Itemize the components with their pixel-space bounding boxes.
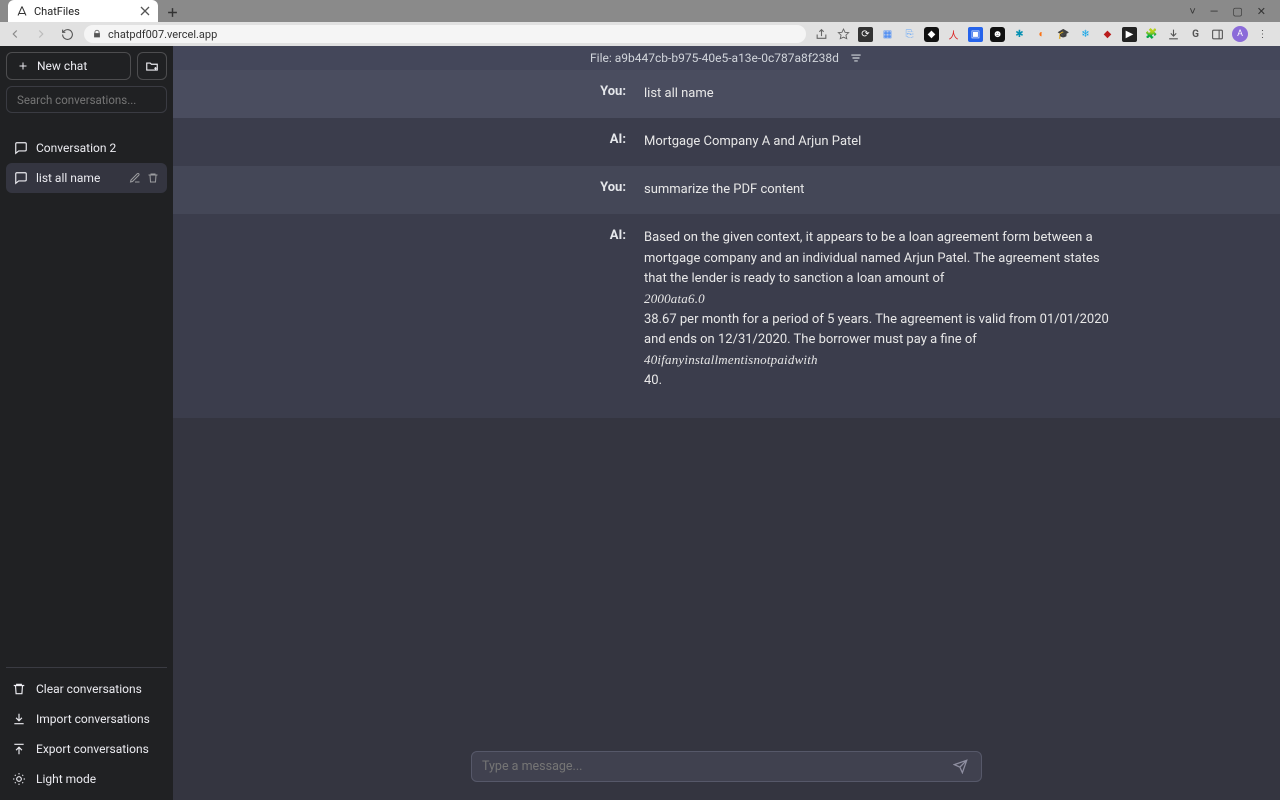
ext-icon[interactable]: ▦ (880, 27, 895, 42)
ext-icon[interactable]: 🎓 (1056, 27, 1071, 42)
ext-icon[interactable]: ◆ (924, 27, 939, 42)
sidebar: New chat Conversation 2 list all name (0, 46, 173, 800)
role-label: AI: (173, 132, 644, 152)
edit-icon[interactable] (129, 172, 141, 184)
message-icon (14, 171, 28, 185)
minimize-icon[interactable]: — (1210, 5, 1219, 18)
sidepanel-icon[interactable] (1210, 27, 1225, 42)
math-text: 40ifanyinstallmentisnotpaidwith (644, 352, 818, 367)
file-id: File: a9b447cb-b975-40e5-a13e-0c787a8f23… (590, 51, 839, 65)
chevron-down-icon[interactable]: ˅ (1189, 5, 1195, 18)
trash-icon (12, 682, 26, 696)
role-label: You: (173, 180, 644, 200)
url-box[interactable]: chatpdf007.vercel.app (84, 25, 806, 43)
google-icon[interactable]: G (1188, 27, 1203, 42)
new-chat-button[interactable]: New chat (6, 52, 131, 80)
file-menu-icon[interactable] (849, 51, 863, 65)
message-text: list all name (644, 84, 1114, 104)
nav-forward[interactable] (32, 25, 50, 43)
browser-tab-strip: ChatFiles ˅ — ▢ ✕ (0, 0, 1280, 22)
browser-tab[interactable]: ChatFiles (8, 0, 158, 22)
window-close-icon[interactable]: ✕ (1257, 5, 1266, 18)
ext-icon[interactable]: ✱ (1012, 27, 1027, 42)
new-tab-button[interactable] (162, 2, 182, 22)
import-conversations[interactable]: Import conversations (6, 704, 167, 734)
message-icon (14, 141, 28, 155)
lock-icon (92, 29, 102, 39)
send-icon (953, 759, 968, 774)
window-controls: ˅ — ▢ ✕ (1189, 0, 1280, 22)
ext-icon[interactable]: ◆ (1100, 27, 1115, 42)
message-ai: AI: Mortgage Company A and Arjun Patel (173, 118, 1280, 166)
nav-back[interactable] (6, 25, 24, 43)
delete-icon[interactable] (147, 172, 159, 184)
star-icon[interactable] (836, 27, 851, 42)
extensions-icon[interactable]: 🧩 (1144, 27, 1159, 42)
export-conversations[interactable]: Export conversations (6, 734, 167, 764)
ext-icon[interactable]: ⟳ (858, 27, 873, 42)
ext-icon[interactable]: ❄ (1078, 27, 1093, 42)
file-bar: File: a9b447cb-b975-40e5-a13e-0c787a8f23… (173, 46, 1280, 70)
messages: You: list all name AI: Mortgage Company … (173, 70, 1280, 800)
light-mode-toggle[interactable]: Light mode (6, 764, 167, 794)
role-label: You: (173, 84, 644, 104)
message-ai: AI: Based on the given context, it appea… (173, 214, 1280, 417)
new-chat-label: New chat (37, 59, 87, 73)
conversation-title: Conversation 2 (36, 141, 116, 155)
close-icon[interactable] (140, 6, 150, 16)
ext-icon[interactable]: ▶ (1122, 27, 1137, 42)
ext-icon[interactable]: 人 (946, 27, 961, 42)
math-text: 2000ata6.0 (644, 291, 705, 306)
kebab-icon[interactable]: ⋮ (1255, 27, 1270, 42)
tab-favicon (16, 5, 28, 17)
ext-icon[interactable]: ☻ (990, 27, 1005, 42)
address-bar: chatpdf007.vercel.app ⟳ ▦ ⎘ ◆ 人 ▣ ☻ ✱ ◐ … (0, 22, 1280, 46)
profile-avatar[interactable]: A (1232, 26, 1248, 42)
url-text: chatpdf007.vercel.app (108, 28, 217, 41)
ext-icon[interactable]: ▣ (968, 27, 983, 42)
main-panel: File: a9b447cb-b975-40e5-a13e-0c787a8f23… (173, 46, 1280, 800)
message-user: You: summarize the PDF content (173, 166, 1280, 214)
role-label: AI: (173, 228, 644, 391)
conversation-title: list all name (36, 171, 100, 185)
message-user: You: list all name (173, 70, 1280, 118)
conversation-item-active[interactable]: list all name (6, 163, 167, 193)
message-input[interactable] (482, 759, 949, 774)
composer[interactable] (471, 751, 982, 782)
message-text: summarize the PDF content (644, 180, 1114, 200)
nav-reload[interactable] (58, 25, 76, 43)
sun-icon (12, 772, 26, 786)
export-icon (12, 742, 26, 756)
share-icon[interactable] (814, 27, 829, 42)
download-icon[interactable] (1166, 27, 1181, 42)
extension-icons: ⟳ ▦ ⎘ ◆ 人 ▣ ☻ ✱ ◐ 🎓 ❄ ◆ ▶ 🧩 G A ⋮ (814, 26, 1274, 42)
search-conversations-input[interactable] (6, 86, 167, 113)
message-text: Based on the given context, it appears t… (644, 228, 1114, 391)
clear-conversations[interactable]: Clear conversations (6, 674, 167, 704)
tab-title: ChatFiles (34, 5, 134, 18)
new-folder-button[interactable] (137, 52, 167, 80)
send-button[interactable] (949, 756, 971, 778)
message-text: Mortgage Company A and Arjun Patel (644, 132, 1114, 152)
import-icon (12, 712, 26, 726)
ext-icon[interactable]: ⎘ (902, 27, 917, 42)
maximize-icon[interactable]: ▢ (1232, 5, 1242, 18)
conversation-item[interactable]: Conversation 2 (6, 133, 167, 163)
ext-icon[interactable]: ◐ (1034, 27, 1049, 42)
